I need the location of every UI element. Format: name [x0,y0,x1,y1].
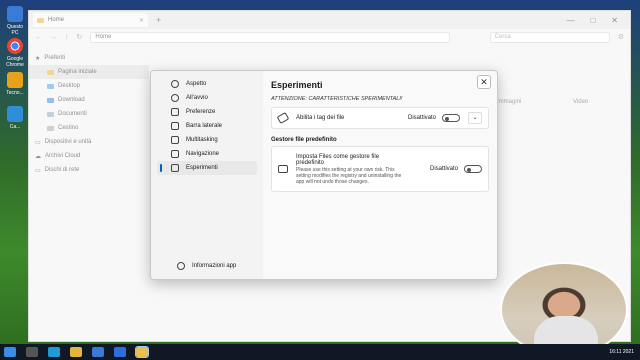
desktop-icon-app2[interactable]: Ca... [4,106,26,130]
file-manager-icon [278,165,288,173]
search-icon[interactable] [26,347,38,357]
palette-icon [171,80,179,88]
desktop-icon-app1[interactable]: Tecno... [4,72,26,96]
settings-dialog: Aspetto All'avvio Preferenze Barra later… [150,70,498,280]
settings-nav: Aspetto All'avvio Preferenze Barra later… [151,71,263,279]
nav-item-allavvio[interactable]: All'avvio [157,91,257,105]
file-tags-state: Disattivato [407,115,436,121]
nav-item-multitasking[interactable]: Multitasking [157,133,257,147]
pc-icon [7,6,23,22]
setting-default-file-manager: Imposta Files come gestore file predefin… [271,146,489,192]
desktop-icon-this-pc[interactable]: Questo PC [4,6,26,36]
default-manager-label: Imposta Files come gestore file predefin… [296,153,380,166]
tag-icon [276,112,290,124]
app-icon [7,72,23,88]
default-manager-state: Disattivato [429,166,458,172]
experimental-warning: ATTENZIONE: CARATTERISTICHE SPERIMENTALI… [271,96,403,102]
chrome-icon [7,38,23,54]
file-tags-toggle[interactable] [442,114,460,122]
page-title: Esperimenti [271,80,323,90]
power-icon [171,94,179,102]
settings-content: Esperimenti ✕ ATTENZIONE: CARATTERISTICH… [263,71,497,279]
app-icon [7,106,23,122]
mail-icon[interactable] [114,347,126,357]
file-tags-label: Abilita i tag dei file [296,115,345,121]
default-manager-toggle[interactable] [464,165,482,173]
start-icon[interactable] [4,347,16,357]
multitasking-icon [171,136,179,144]
experiments-icon [171,164,179,172]
nav-item-preferenze[interactable]: Preferenze [157,105,257,119]
close-dialog-button[interactable]: ✕ [477,75,491,89]
section-title-default-manager: Gestore file predefinito [271,137,337,143]
preferences-icon [171,108,179,116]
nav-item-navigazione[interactable]: Navigazione [157,147,257,161]
nav-item-esperimenti[interactable]: Esperimenti [157,161,257,175]
desktop-icon-chrome[interactable]: Google Chrome [4,38,26,68]
chevron-down-icon[interactable]: ⌄ [468,112,482,124]
nav-item-informazioni-app[interactable]: Informazioni app [163,259,251,273]
edge-icon[interactable] [48,347,60,357]
nav-item-barra-laterale[interactable]: Barra laterale [157,119,257,133]
sidebar-icon [171,122,179,130]
default-manager-description: Please use this setting at your own risk… [296,166,402,185]
nav-item-aspetto[interactable]: Aspetto [157,77,257,91]
navigation-icon [171,150,179,158]
webcam-overlay [500,262,628,357]
info-icon [177,262,185,270]
taskbar-clock[interactable]: 16:11 2021 [609,349,640,355]
taskbar: 16:11 2021 [0,344,640,360]
mouse-cursor-icon [380,118,384,125]
explorer-icon[interactable] [70,347,82,357]
store-icon[interactable] [92,347,104,357]
files-app-icon[interactable] [135,346,149,358]
